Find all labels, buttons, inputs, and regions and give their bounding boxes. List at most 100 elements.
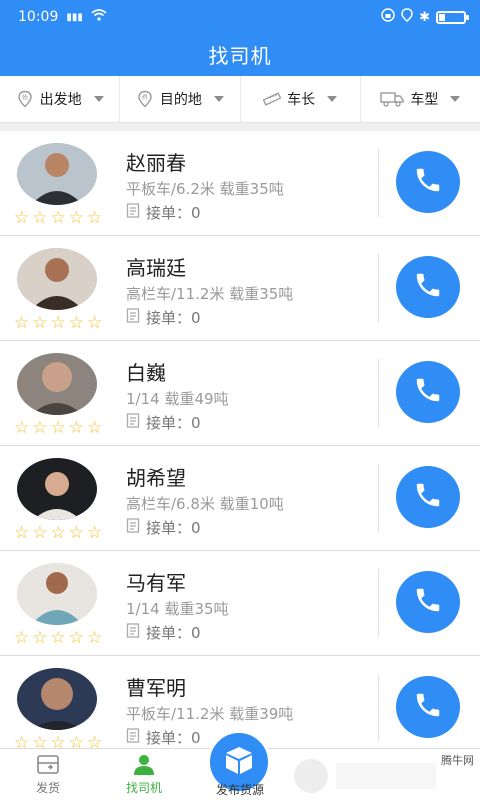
driver-orders: 接单：0 <box>126 517 201 538</box>
star-icon: ☆ <box>32 313 48 333</box>
driver-orders: 接单：0 <box>126 202 201 223</box>
destination-icon: 终 <box>136 90 154 108</box>
star-icon: ☆ <box>50 523 66 543</box>
star-icon: ☆ <box>32 208 48 228</box>
filter-start-location[interactable]: 始 出发地 <box>0 76 121 122</box>
tab-label: 找司机 <box>125 781 162 795</box>
star-icon: ☆ <box>87 523 103 543</box>
avatar <box>17 353 97 415</box>
phone-icon <box>413 375 443 409</box>
star-icon: ☆ <box>14 313 30 333</box>
driver-name: 高瑞廷 <box>126 256 186 280</box>
star-icon: ☆ <box>68 523 84 543</box>
call-button[interactable] <box>396 676 460 738</box>
chevron-down-icon <box>327 96 338 102</box>
page-title: 找司机 <box>208 43 272 68</box>
document-icon <box>126 728 140 747</box>
driver-vehicle-info: 平板车/11.2米 载重39吨 <box>126 705 294 723</box>
star-icon: ☆ <box>87 208 103 228</box>
chevron-down-icon <box>213 96 224 102</box>
driver-card[interactable]: ☆ ☆ ☆ ☆ ☆ 胡希望 高栏车/6.8米 载重10吨 接单：0 <box>0 446 480 551</box>
battery-icon <box>436 10 469 24</box>
watermark-logo <box>290 755 440 797</box>
driver-vehicle-info: 高栏车/11.2米 载重35吨 <box>126 285 294 303</box>
document-icon <box>126 518 140 537</box>
driver-card[interactable]: ☆ ☆ ☆ ☆ ☆ 高瑞廷 高栏车/11.2米 载重35吨 接单：0 <box>0 236 480 341</box>
star-icon: ☆ <box>32 523 48 543</box>
star-icon: ☆ <box>14 523 30 543</box>
driver-card[interactable]: ☆ ☆ ☆ ☆ ☆ 马有军 1/14 载重35吨 接单：0 <box>0 551 480 656</box>
filter-label: 车型 <box>410 92 439 108</box>
star-icon: ☆ <box>50 628 66 648</box>
filter-vehicle-length[interactable]: 车长 <box>241 76 361 122</box>
filter-destination[interactable]: 终 目的地 <box>120 76 241 122</box>
driver-card[interactable]: ☆ ☆ ☆ ☆ ☆ 赵丽春 平板车/6.2米 载重35吨 接单：0 <box>0 131 480 236</box>
filter-label: 出发地 <box>39 92 82 108</box>
status-bar: 10:09 ▮▮▮ ✱ <box>0 0 480 34</box>
driver-name: 赵丽春 <box>126 151 186 175</box>
star-icon: ☆ <box>32 733 48 749</box>
svg-text:终: 终 <box>142 94 148 102</box>
chevron-down-icon <box>93 96 104 102</box>
star-icon: ☆ <box>68 208 84 228</box>
driver-vehicle-info: 1/14 载重49吨 <box>126 390 229 408</box>
orders-count: 接单：0 <box>146 519 201 537</box>
driver-name: 白巍 <box>126 361 166 385</box>
watermark-text: 腾牛网 <box>441 754 474 767</box>
avatar <box>17 248 97 310</box>
rating-stars: ☆ ☆ ☆ ☆ ☆ <box>14 525 102 542</box>
find-driver-icon <box>130 753 158 777</box>
document-icon <box>126 413 140 432</box>
avatar <box>17 668 97 730</box>
location-icon <box>401 8 413 26</box>
star-icon: ☆ <box>68 733 84 749</box>
driver-orders: 接单：0 <box>126 727 201 748</box>
star-icon: ☆ <box>32 418 48 438</box>
call-button[interactable] <box>396 571 460 633</box>
divider <box>378 254 379 322</box>
publish-cargo-label: 发布货源 <box>215 783 264 797</box>
driver-orders: 接单：0 <box>126 307 201 328</box>
publish-cargo-icon <box>222 743 256 781</box>
call-button[interactable] <box>396 466 460 528</box>
star-icon: ☆ <box>87 418 103 438</box>
divider <box>378 674 379 742</box>
star-icon: ☆ <box>14 208 30 228</box>
star-icon: ☆ <box>14 733 30 749</box>
rating-stars: ☆ ☆ ☆ ☆ ☆ <box>14 315 102 332</box>
driver-name: 胡希望 <box>126 466 186 490</box>
chevron-down-icon <box>450 96 461 102</box>
tab-label: 发货 <box>35 781 60 795</box>
rating-stars: ☆ ☆ ☆ ☆ ☆ <box>14 630 102 647</box>
tab-ship-goods[interactable]: 发货 <box>0 749 96 800</box>
phone-icon <box>413 690 443 724</box>
call-button[interactable] <box>396 361 460 423</box>
filter-label: 目的地 <box>159 92 202 108</box>
call-button[interactable] <box>396 151 460 213</box>
star-icon: ☆ <box>50 418 66 438</box>
divider <box>378 149 379 217</box>
star-icon: ☆ <box>14 418 30 438</box>
orders-count: 接单：0 <box>146 414 201 432</box>
bluetooth-icon: ✱ <box>419 9 430 25</box>
phone-icon <box>413 585 443 619</box>
driver-card[interactable]: ☆ ☆ ☆ ☆ ☆ 白巍 1/14 载重49吨 接单：0 <box>0 341 480 446</box>
filter-vehicle-type[interactable]: 车型 <box>361 76 480 122</box>
avatar <box>17 458 97 520</box>
tab-find-driver[interactable]: 找司机 <box>96 749 192 800</box>
phone-icon <box>413 480 443 514</box>
star-icon: ☆ <box>14 628 30 648</box>
divider <box>378 464 379 532</box>
phone-icon <box>413 270 443 304</box>
star-icon: ☆ <box>50 733 66 749</box>
driver-vehicle-info: 高栏车/6.8米 载重10吨 <box>126 495 284 513</box>
star-icon: ☆ <box>50 313 66 333</box>
call-button[interactable] <box>396 256 460 318</box>
driver-orders: 接单：0 <box>126 622 201 643</box>
section-gap <box>0 123 480 131</box>
rating-stars: ☆ ☆ ☆ ☆ ☆ <box>14 733 102 749</box>
star-icon: ☆ <box>68 313 84 333</box>
driver-orders: 接单：0 <box>126 412 201 433</box>
star-icon: ☆ <box>32 628 48 648</box>
orders-count: 接单：0 <box>146 204 201 222</box>
